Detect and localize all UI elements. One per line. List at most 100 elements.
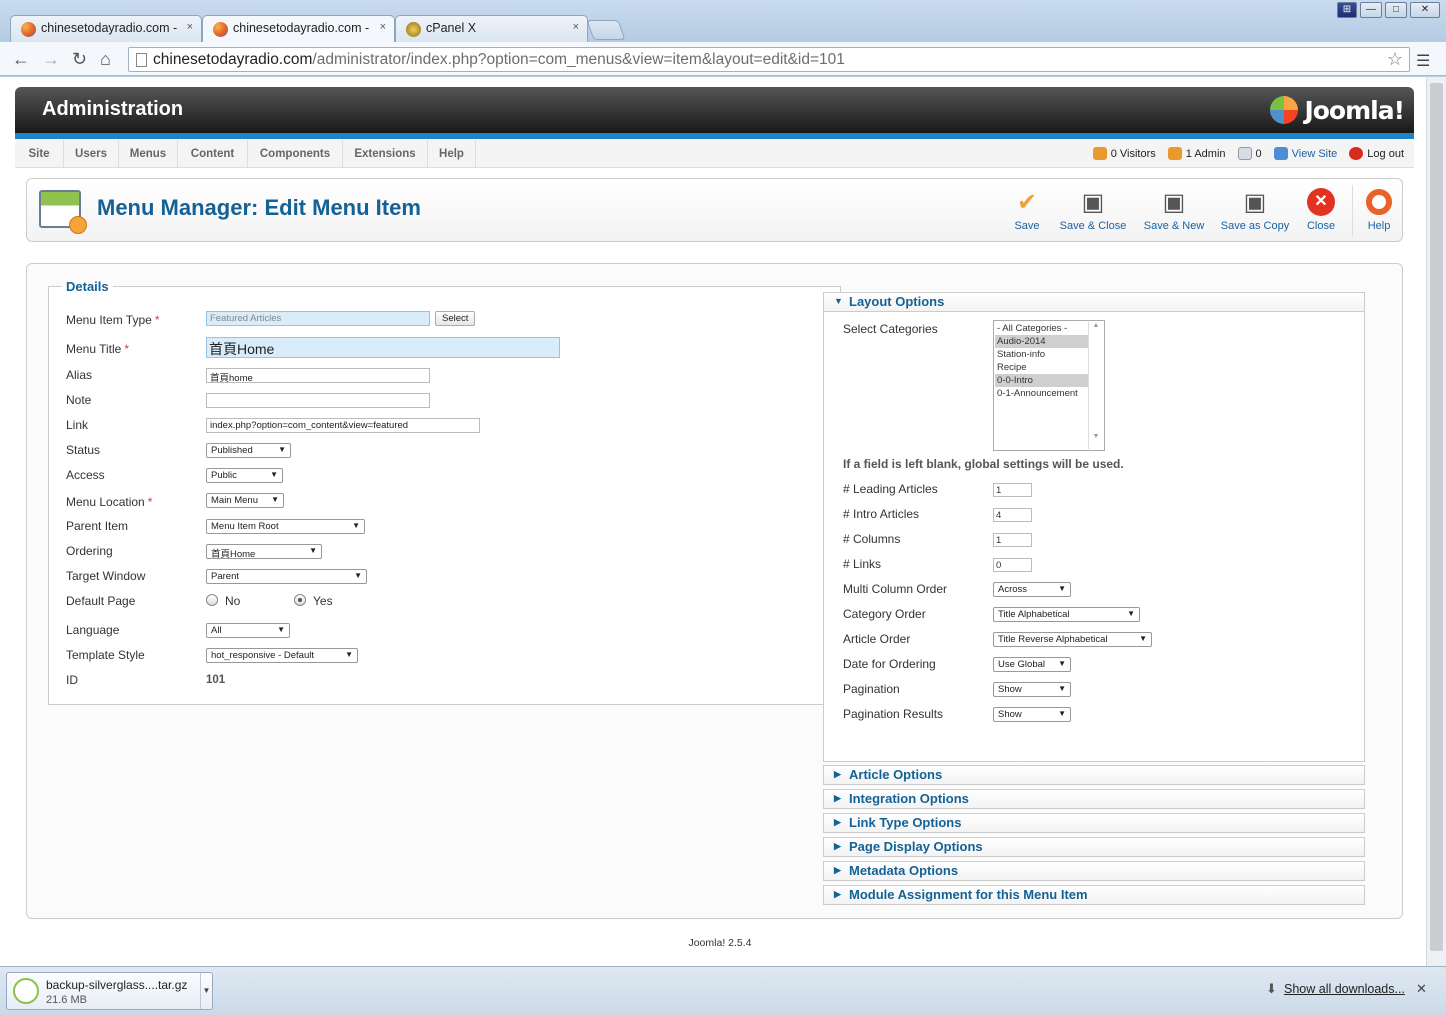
chevron-down-icon[interactable]: ▼ xyxy=(200,973,212,1009)
tab-close-icon[interactable]: × xyxy=(573,21,579,33)
maximize-button[interactable]: □ xyxy=(1385,2,1407,18)
reload-icon[interactable]: ↻ xyxy=(72,50,87,68)
menu-users[interactable]: Users xyxy=(64,140,119,168)
integration-options-header[interactable]: ▶ Integration Options xyxy=(823,789,1365,809)
browser-tab-3[interactable]: cPanel X × xyxy=(395,15,588,42)
bookmark-star-icon[interactable]: ☆ xyxy=(1387,49,1403,70)
pagination-select[interactable]: Show xyxy=(993,682,1071,697)
menu-components[interactable]: Components xyxy=(248,140,343,168)
links-input[interactable]: 0 xyxy=(993,558,1032,572)
article-order-select[interactable]: Title Reverse Alphabetical xyxy=(993,632,1152,647)
logout-link[interactable]: Log out xyxy=(1349,147,1404,160)
category-option[interactable]: 0-0-Intro xyxy=(995,374,1088,387)
minimize-button[interactable]: — xyxy=(1360,2,1382,18)
link-type-options-header[interactable]: ▶ Link Type Options xyxy=(823,813,1365,833)
menu-site[interactable]: Site xyxy=(15,140,64,168)
scrollbar-thumb[interactable] xyxy=(1430,83,1443,951)
category-option[interactable]: Recipe xyxy=(995,361,1088,374)
category-option[interactable]: Station-info xyxy=(995,348,1088,361)
monitor-icon xyxy=(1273,147,1288,160)
metadata-options-header[interactable]: ▶ Metadata Options xyxy=(823,861,1365,881)
default-yes-radio[interactable] xyxy=(294,594,306,606)
target-window-select[interactable]: Parent xyxy=(206,569,367,584)
menu-menus[interactable]: Menus xyxy=(119,140,178,168)
header-accent-strip xyxy=(15,133,1414,139)
alias-input[interactable]: 首頁home xyxy=(206,368,430,383)
category-order-select[interactable]: Title Alphabetical xyxy=(993,607,1140,622)
toolbar-box: Menu Manager: Edit Menu Item ✔ Save ▣ Sa… xyxy=(26,178,1403,242)
toolbar-separator xyxy=(1352,185,1353,237)
menu-help[interactable]: Help xyxy=(428,140,476,168)
intro-articles-input[interactable]: 4 xyxy=(993,508,1032,522)
save-close-button[interactable]: ▣ Save & Close xyxy=(1059,187,1127,233)
save-new-button[interactable]: ▣ Save & New xyxy=(1142,187,1206,233)
layout-options-body: Select Categories - All Categories - Aud… xyxy=(823,312,1365,762)
category-option[interactable]: Audio-2014 xyxy=(995,335,1088,348)
collapsed-triangle-icon: ▶ xyxy=(834,889,841,899)
new-tab-button[interactable] xyxy=(586,20,626,40)
multi-column-order-select[interactable]: Across xyxy=(993,582,1071,597)
download-size: 21.6 MB xyxy=(46,994,87,1006)
save-button[interactable]: ✔ Save xyxy=(1011,187,1043,233)
select-type-button[interactable]: Select xyxy=(435,311,476,326)
menu-location-label: Menu Location * xyxy=(66,495,153,509)
check-icon: ✔ xyxy=(1016,188,1038,216)
categories-multiselect[interactable]: - All Categories - Audio-2014 Station-in… xyxy=(993,320,1105,451)
menu-location-select[interactable]: Main Menu xyxy=(206,493,284,508)
ordering-select[interactable]: 首頁Home xyxy=(206,544,322,560)
close-circle-icon: ✕ xyxy=(1306,187,1336,217)
menu-title-input[interactable]: 首頁Home xyxy=(206,337,560,358)
address-bar[interactable]: chinesetodayradio.com/administrator/inde… xyxy=(128,47,1410,72)
link-field: index.php?option=com_content&view=featur… xyxy=(206,418,480,433)
page-scrollbar[interactable] xyxy=(1426,77,1446,966)
parent-item-select[interactable]: Menu Item Root xyxy=(206,519,365,534)
date-ordering-select[interactable]: Use Global xyxy=(993,657,1071,672)
category-option[interactable]: 0-1-Announcement xyxy=(995,387,1088,400)
close-shelf-icon[interactable]: ✕ xyxy=(1416,981,1427,997)
default-no-radio[interactable] xyxy=(206,594,218,606)
menu-content[interactable]: Content xyxy=(178,140,248,168)
leading-articles-input[interactable]: 1 xyxy=(993,483,1032,497)
menu-extensions[interactable]: Extensions xyxy=(343,140,428,168)
close-button[interactable]: ✕ Close xyxy=(1305,187,1337,232)
tab-close-icon[interactable]: × xyxy=(380,21,386,33)
multi-column-order-label: Multi Column Order xyxy=(843,582,948,596)
status-label: Status xyxy=(66,443,101,457)
show-all-downloads-link[interactable]: Show all downloads... xyxy=(1284,982,1405,996)
template-style-select[interactable]: hot_responsive - Default xyxy=(206,648,358,663)
home-icon[interactable]: ⌂ xyxy=(100,50,111,68)
forward-arrow-icon[interactable]: → xyxy=(42,50,60,68)
download-item[interactable]: backup-silverglass....tar.gz 21.6 MB ▼ xyxy=(6,972,213,1010)
columns-input[interactable]: 1 xyxy=(993,533,1032,547)
pagination-results-select[interactable]: Show xyxy=(993,707,1071,722)
back-arrow-icon[interactable]: ← xyxy=(12,50,30,68)
browser-tab-2[interactable]: chinesetodayradio.com - × xyxy=(202,15,395,42)
status-select[interactable]: Published xyxy=(206,443,291,458)
category-option[interactable]: - All Categories - xyxy=(995,322,1088,335)
module-assignment-header[interactable]: ▶ Module Assignment for this Menu Item xyxy=(823,885,1365,905)
admin-header: Administration Joomla! xyxy=(15,87,1414,135)
messages-status[interactable]: 0 xyxy=(1237,147,1262,160)
default-page-label: Default Page xyxy=(66,594,136,608)
details-fieldset: Details Menu Item Type * Featured Article… xyxy=(48,279,841,705)
browser-tab-1[interactable]: chinesetodayradio.com - × xyxy=(10,15,202,42)
page-display-options-header[interactable]: ▶ Page Display Options xyxy=(823,837,1365,857)
layout-options-header[interactable]: ▼ Layout Options xyxy=(823,292,1365,312)
links-label: # Links xyxy=(843,557,882,571)
save-copy-button[interactable]: ▣ Save as Copy xyxy=(1219,187,1291,233)
browser-menu-icon[interactable]: ☰ xyxy=(1416,51,1430,71)
language-select[interactable]: All xyxy=(206,623,290,638)
help-button[interactable]: Help xyxy=(1361,187,1397,232)
language-flag-icon[interactable]: ⊞ xyxy=(1337,2,1357,18)
article-options-header[interactable]: ▶ Article Options xyxy=(823,765,1365,785)
leading-articles-label: # Leading Articles xyxy=(843,482,938,496)
pagination-label: Pagination xyxy=(843,682,900,696)
details-legend: Details xyxy=(66,279,109,294)
view-site-link[interactable]: View Site xyxy=(1273,147,1337,160)
article-order-label: Article Order xyxy=(843,632,911,646)
access-select[interactable]: Public xyxy=(206,468,283,483)
window-close-button[interactable]: ✕ xyxy=(1410,2,1440,18)
note-input[interactable] xyxy=(206,393,430,408)
tab-close-icon[interactable]: × xyxy=(187,21,193,33)
multiselect-scrollbar[interactable]: ▲ ▼ xyxy=(1088,322,1103,449)
